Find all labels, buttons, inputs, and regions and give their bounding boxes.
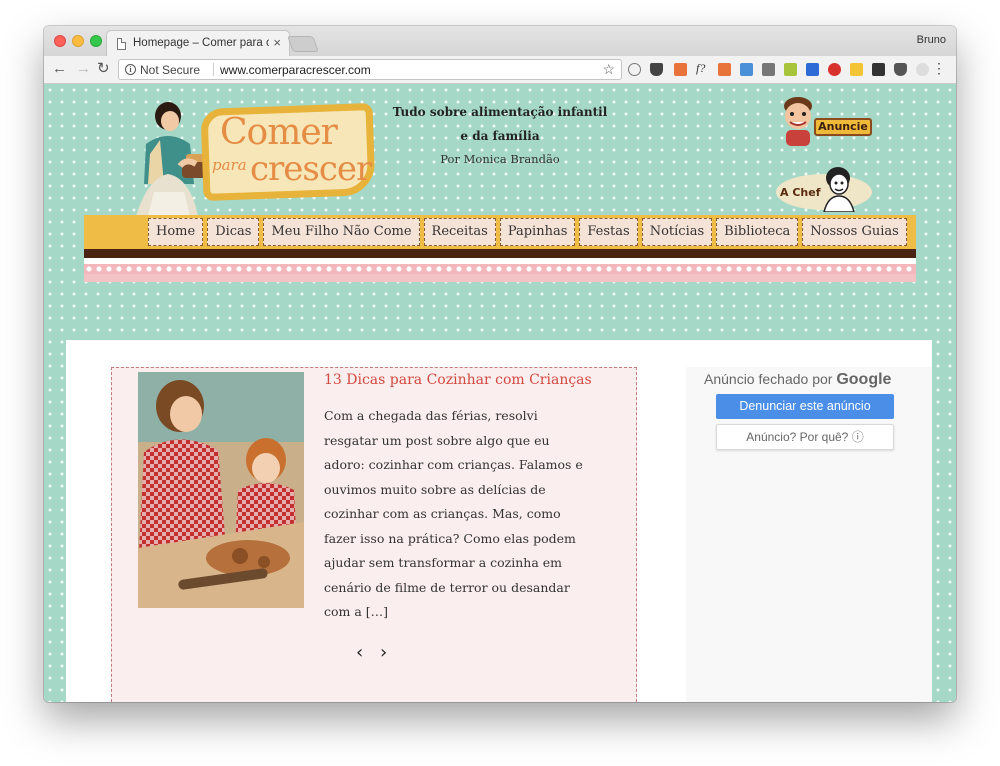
url-text[interactable]: www.comerparacrescer.com bbox=[220, 63, 371, 77]
logo-text-para: para bbox=[212, 156, 247, 174]
report-ad-button[interactable]: Denunciar este anúncio bbox=[716, 394, 894, 419]
browser-window: Homepage – Comer para cresc × Bruno ← → … bbox=[44, 26, 956, 702]
anuncie-label[interactable]: Anuncie bbox=[814, 118, 872, 136]
google-logo: Google bbox=[836, 371, 892, 388]
bag-extension-icon[interactable] bbox=[674, 63, 687, 76]
tab-homepage[interactable]: Homepage – Comer para cresc × bbox=[106, 30, 290, 56]
nav-item-papinhas[interactable]: Papinhas bbox=[499, 218, 576, 246]
new-tab-button[interactable] bbox=[287, 36, 319, 52]
a-chef-badge[interactable]: A Chef bbox=[776, 162, 876, 212]
nav-item-festas[interactable]: Festas bbox=[579, 218, 638, 246]
percent-extension-icon[interactable] bbox=[718, 63, 731, 76]
moon-extension-icon[interactable] bbox=[916, 63, 929, 76]
i-extension-icon[interactable] bbox=[806, 63, 819, 76]
page-viewport: Comer para crescer Tudo sobre alimentaçã… bbox=[44, 84, 956, 702]
grid-extension-icon[interactable] bbox=[850, 63, 863, 76]
forward-arrow-icon[interactable]: → bbox=[76, 60, 91, 78]
shield-extension-icon[interactable] bbox=[650, 63, 663, 76]
address-bar[interactable]: i Not Secure www.comerparacrescer.com ☆ bbox=[118, 59, 622, 80]
pin-extension-icon[interactable] bbox=[762, 63, 775, 76]
ad-closed-text: Anúncio fechado por Google bbox=[704, 371, 891, 389]
n-extension-icon[interactable] bbox=[784, 63, 797, 76]
m-extension-icon[interactable] bbox=[872, 63, 885, 76]
cooking-with-children-photo-icon bbox=[138, 372, 304, 608]
nav-item-noticias[interactable]: Notícias bbox=[641, 218, 713, 246]
post-thumbnail[interactable] bbox=[138, 372, 304, 608]
post-title[interactable]: 13 Dicas para Cozinhar com Crianças bbox=[324, 372, 592, 388]
site-tagline: Tudo sobre alimentação infantil e da fam… bbox=[392, 105, 608, 143]
omnibox-divider bbox=[213, 63, 214, 76]
site-logo[interactable]: Comer para crescer bbox=[124, 94, 380, 216]
reload-icon[interactable]: ↻ bbox=[97, 60, 110, 78]
main-navigation: Home Dicas Meu Filho Não Come Receitas P… bbox=[84, 215, 916, 249]
nav-items: Home Dicas Meu Filho Não Come Receitas P… bbox=[148, 218, 907, 246]
cloud-extension-icon[interactable] bbox=[628, 63, 641, 76]
close-window-icon[interactable] bbox=[54, 35, 66, 47]
font-extension-icon[interactable]: f? bbox=[696, 61, 705, 76]
profile-name[interactable]: Bruno bbox=[917, 34, 946, 46]
security-label[interactable]: Not Secure bbox=[140, 63, 200, 77]
target-extension-icon[interactable] bbox=[828, 63, 841, 76]
back-arrow-icon[interactable]: ← bbox=[52, 60, 67, 78]
post-excerpt: Com a chegada das férias, resolvi resgat… bbox=[324, 408, 583, 619]
nav-item-home[interactable]: Home bbox=[148, 218, 204, 246]
tab-title: Homepage – Comer para cresc bbox=[133, 37, 269, 49]
nav-item-dicas[interactable]: Dicas bbox=[207, 218, 260, 246]
page-icon bbox=[117, 38, 126, 50]
featured-post-card: 13 Dicas para Cozinhar com Crianças Com … bbox=[111, 367, 637, 702]
ad-closed-label: Anúncio fechado por bbox=[704, 371, 833, 387]
ad-panel: Anúncio fechado por Google Denunciar est… bbox=[686, 367, 932, 702]
zoom-window-icon[interactable] bbox=[90, 35, 102, 47]
why-this-ad-button[interactable]: Anúncio? Por quê? ⓘ bbox=[716, 424, 894, 450]
header-pink-band bbox=[84, 274, 916, 282]
logo-text-crescer: crescer bbox=[250, 149, 372, 189]
site-author: Por Monica Brandão bbox=[440, 152, 560, 166]
main-content: 13 Dicas para Cozinhar com Crianças Com … bbox=[66, 340, 932, 702]
slider-next-icon[interactable]: › bbox=[380, 642, 387, 663]
menu-kebab-icon[interactable]: ⋮ bbox=[932, 61, 946, 75]
retro-boy-icon bbox=[784, 97, 812, 146]
nav-item-nossos-guias[interactable]: Nossos Guias bbox=[802, 218, 907, 246]
header-lace-border bbox=[84, 264, 916, 274]
bookmark-star-icon[interactable]: ☆ bbox=[602, 61, 615, 78]
nav-item-biblioteca[interactable]: Biblioteca bbox=[716, 218, 799, 246]
tab-bar: Homepage – Comer para cresc × Bruno bbox=[44, 26, 956, 56]
info-icon[interactable]: i bbox=[125, 64, 136, 75]
anuncie-badge[interactable]: Anuncie bbox=[778, 94, 878, 146]
pocket-extension-icon[interactable] bbox=[894, 63, 907, 76]
logo-text-comer: Comer bbox=[220, 112, 338, 153]
nav-item-receitas[interactable]: Receitas bbox=[423, 218, 496, 246]
nav-item-meu-filho-nao-come[interactable]: Meu Filho Não Come bbox=[263, 218, 420, 246]
close-tab-icon[interactable]: × bbox=[273, 35, 281, 50]
slider-prev-icon[interactable]: ‹ bbox=[356, 642, 363, 663]
tag-extension-icon[interactable] bbox=[740, 63, 753, 76]
browser-toolbar: ← → ↻ i Not Secure www.comerparacrescer.… bbox=[44, 56, 956, 84]
a-chef-label[interactable]: A Chef bbox=[780, 186, 821, 199]
header-brown-band bbox=[84, 249, 916, 258]
retro-chef-woman-icon bbox=[823, 167, 855, 212]
minimize-window-icon[interactable] bbox=[72, 35, 84, 47]
